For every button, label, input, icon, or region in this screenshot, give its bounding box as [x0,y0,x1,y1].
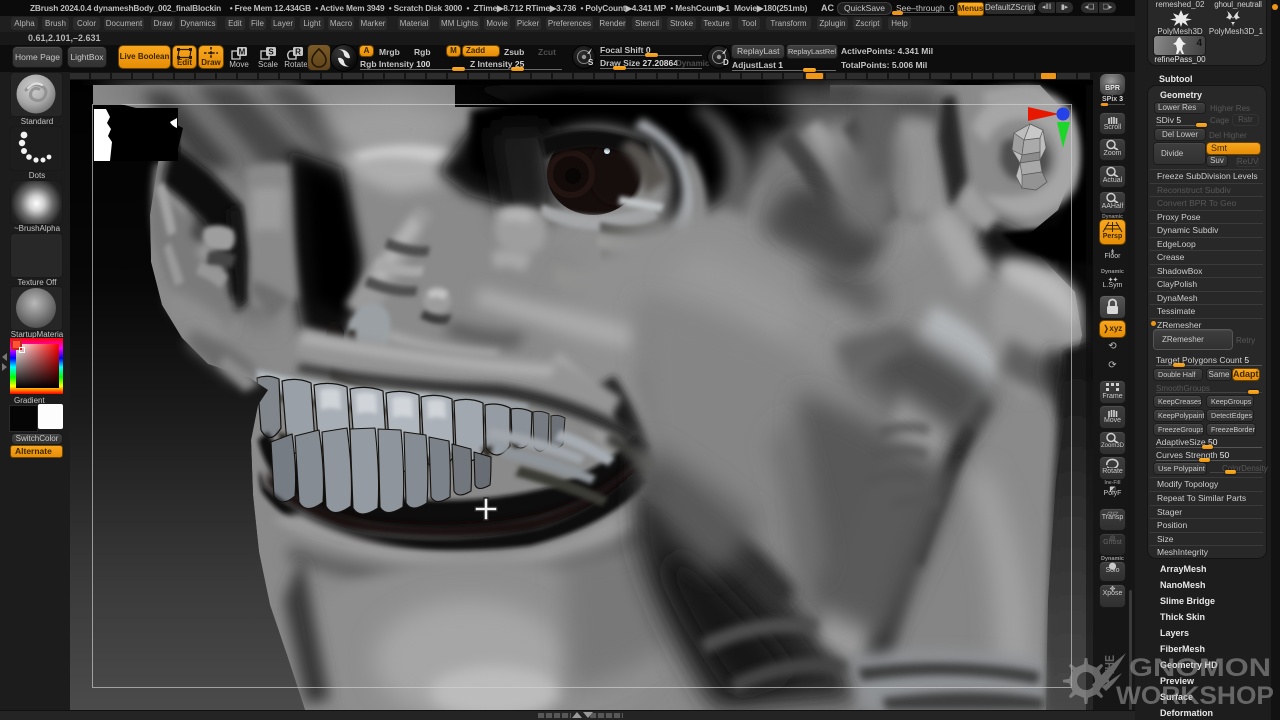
svg-text:THE: THE [1102,655,1117,676]
svg-text:GNOMON: GNOMON [1129,654,1271,682]
svg-text:R: R [295,48,301,57]
svg-text:WORKSHOP: WORKSHOP [1116,682,1274,710]
svg-text:M: M [239,48,246,57]
svg-text:D: D [723,58,729,67]
svg-text:S: S [588,58,594,67]
svg-text:S: S [268,48,274,57]
